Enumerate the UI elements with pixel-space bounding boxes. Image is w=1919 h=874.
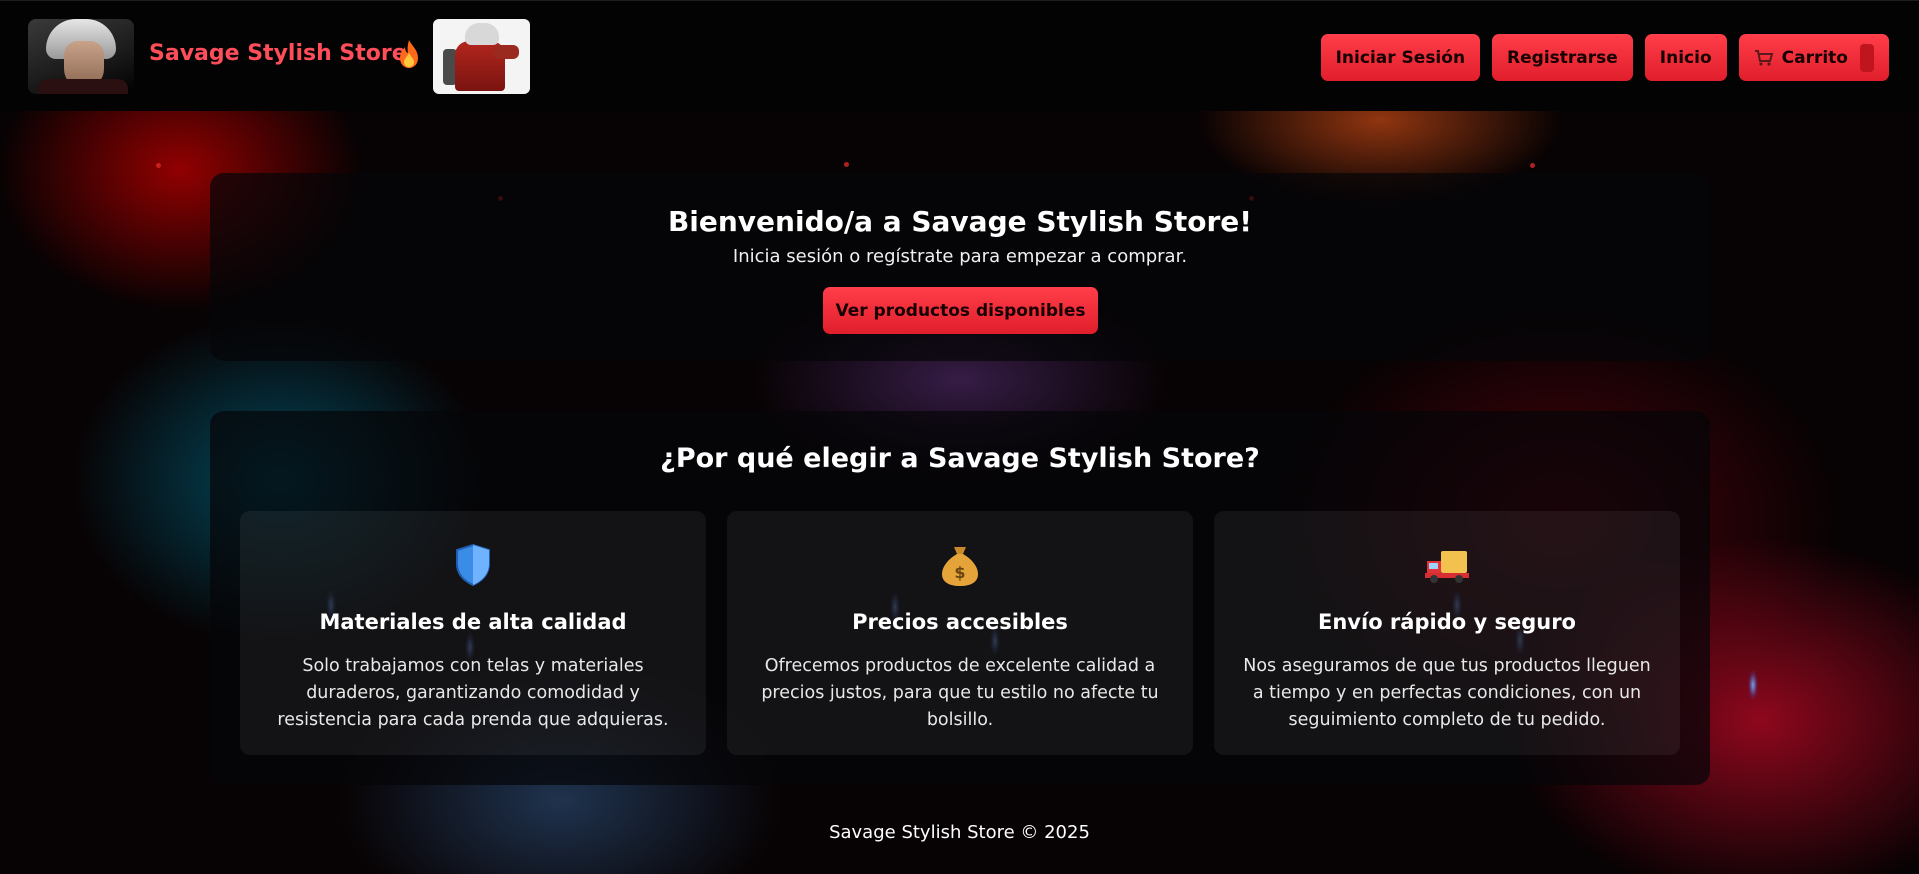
background-particle (156, 163, 161, 168)
home-button[interactable]: Inicio (1644, 34, 1727, 81)
main-nav: Iniciar Sesión Registrarse Inicio Carrit… (1320, 34, 1889, 81)
feature-description: Ofrecemos productos de excelente calidad… (761, 656, 1159, 730)
view-products-button[interactable]: Ver productos disponibles (823, 287, 1098, 334)
why-title: ¿Por qué elegir a Savage Stylish Store? (660, 443, 1260, 474)
feature-title: Materiales de alta calidad (319, 610, 627, 634)
character-portrait-2 (433, 19, 530, 94)
home-button-label: Inicio (1659, 47, 1712, 68)
character-portrait-1 (28, 19, 134, 94)
shield-icon (456, 543, 490, 587)
feature-card-prices: $ Precios accesibles Ofrecemos productos… (727, 511, 1193, 755)
feature-title: Precios accesibles (852, 610, 1068, 634)
background-particle (1530, 163, 1535, 168)
top-navbar: Savage Stylish Store Iniciar Sesión Regi… (0, 0, 1919, 111)
brand-title[interactable]: Savage Stylish Store (149, 41, 407, 66)
feature-card-shipping: Envío rápido y seguro Nos aseguramos de … (1214, 511, 1680, 755)
background-particle (1748, 670, 1758, 700)
delivery-truck-icon (1425, 551, 1469, 583)
login-button[interactable]: Iniciar Sesión (1320, 34, 1481, 81)
login-button-label: Iniciar Sesión (1335, 47, 1466, 68)
register-button[interactable]: Registrarse (1492, 34, 1633, 81)
feature-description: Nos aseguramos de que tus productos lleg… (1243, 656, 1651, 730)
register-button-label: Registrarse (1507, 47, 1618, 68)
feature-card-quality: Materiales de alta calidad Solo trabajam… (240, 511, 706, 755)
welcome-subtitle: Inicia sesión o regístrate para empezar … (732, 246, 1188, 267)
background-particle (844, 162, 849, 167)
cart-icon (1754, 49, 1773, 66)
welcome-card: Bienvenido/a a Savage Stylish Store! Ini… (210, 173, 1710, 361)
feature-title: Envío rápido y seguro (1318, 610, 1576, 634)
welcome-title: Bienvenido/a a Savage Stylish Store! (667, 205, 1253, 238)
cart-count-badge (1860, 43, 1874, 72)
footer-copyright: Savage Stylish Store © 2025 (829, 822, 1090, 843)
feature-description: Solo trabajamos con telas y materiales d… (277, 656, 669, 730)
fire-icon (400, 40, 418, 68)
cart-button[interactable]: Carrito (1738, 34, 1889, 81)
cart-button-label: Carrito (1781, 47, 1848, 68)
why-choose-section: ¿Por qué elegir a Savage Stylish Store? … (210, 411, 1710, 785)
money-bag-icon: $ (942, 547, 978, 586)
svg-text:$: $ (954, 563, 965, 582)
